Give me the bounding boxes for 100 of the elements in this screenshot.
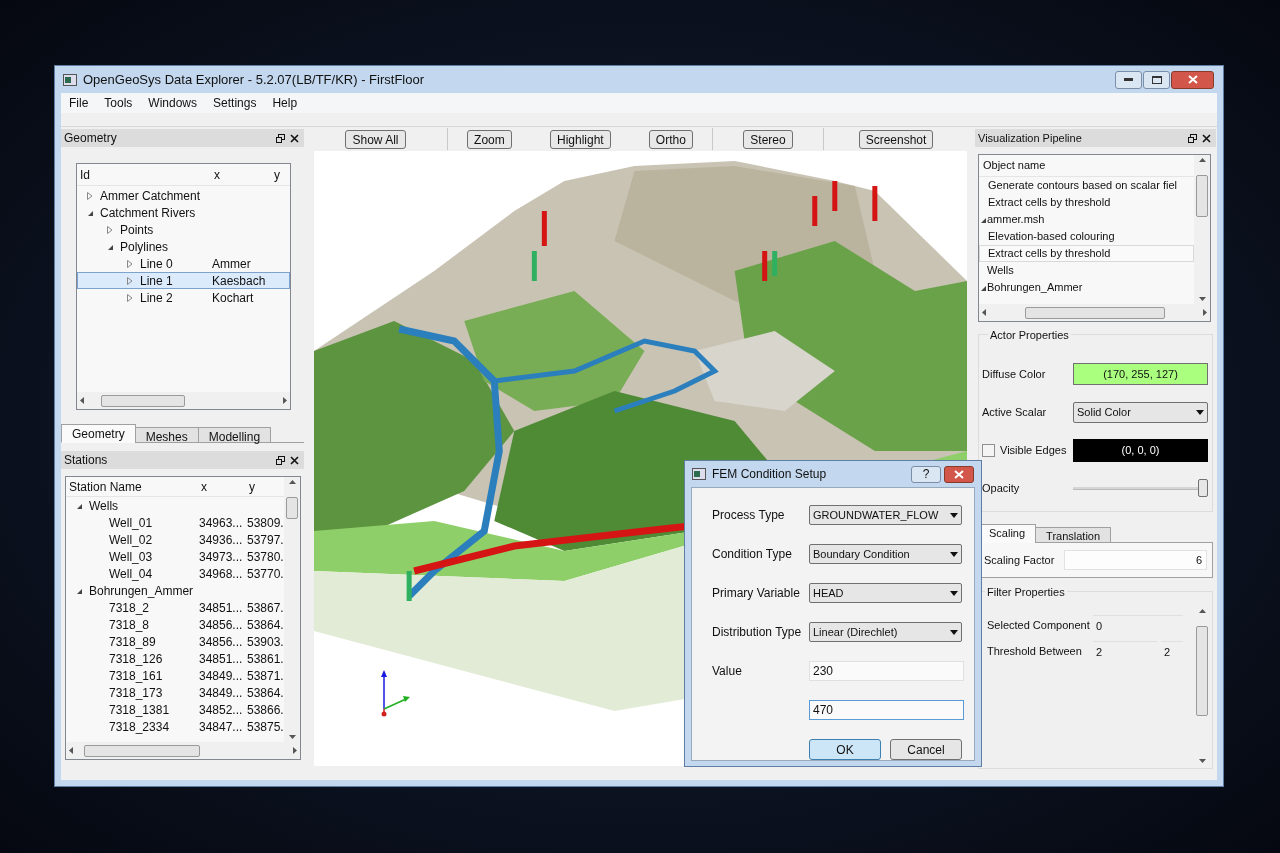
column-header[interactable]: x <box>214 167 220 182</box>
maximize-button[interactable] <box>1143 70 1170 89</box>
tree-item[interactable]: Polylines <box>77 238 290 255</box>
value-field[interactable]: 230 <box>809 661 964 681</box>
scroll-right-icon[interactable] <box>1203 309 1207 316</box>
tree-item[interactable]: Well_02 34936... 53797. <box>66 531 284 548</box>
float-icon[interactable] <box>1188 133 1197 143</box>
horizontal-scrollbar[interactable] <box>979 304 1210 321</box>
scroll-thumb[interactable] <box>84 744 200 757</box>
toolbar-button[interactable]: Highlight <box>549 129 611 149</box>
tab[interactable]: Meshes <box>134 427 199 443</box>
tree-item[interactable]: 7318_89 34856... 53903. <box>66 633 284 650</box>
tree-item[interactable]: Elevation-based colouring <box>979 228 1194 245</box>
help-button[interactable]: ? <box>911 465 941 483</box>
tree-item[interactable]: Extract cells by threshold <box>979 245 1194 262</box>
scroll-right-icon[interactable] <box>293 747 297 754</box>
tree-item[interactable]: 7318_1381 34852... 53866. <box>66 701 284 718</box>
tree-item[interactable]: Well_04 34968... 53770. <box>66 565 284 582</box>
tree-item[interactable]: 7318_173 34849... 53864. <box>66 684 284 701</box>
column-header[interactable]: Object name <box>983 157 1046 174</box>
toolbar-button[interactable]: Screenshot <box>858 129 934 149</box>
scroll-down-icon[interactable] <box>288 735 296 739</box>
dropdown[interactable]: Boundary Condition <box>809 544 962 564</box>
tree-item[interactable]: 7318_8 34856... 53864. <box>66 616 284 633</box>
tree-item[interactable]: Bohrungen_Ammer <box>66 582 284 599</box>
menu-item[interactable]: Help <box>272 94 298 112</box>
menu-item[interactable]: Settings <box>213 94 257 112</box>
toolbar-button[interactable]: Stereo <box>743 129 793 149</box>
float-icon[interactable] <box>276 455 285 465</box>
tree-item[interactable]: ammer.msh <box>979 211 1194 228</box>
tree-item[interactable]: Line 0 Ammer <box>77 255 290 272</box>
toolbar-button[interactable]: Ortho <box>648 129 693 149</box>
scroll-thumb[interactable] <box>286 497 298 519</box>
float-icon[interactable] <box>276 133 285 143</box>
vertical-scrollbar[interactable] <box>1194 606 1210 766</box>
tree-item[interactable]: Bohrungen_Ammer <box>979 279 1194 296</box>
scroll-thumb[interactable] <box>1196 626 1208 716</box>
value-field[interactable]: 2 <box>1093 641 1157 661</box>
toolbar-button[interactable]: Zoom <box>467 129 512 149</box>
dropdown[interactable]: HEAD <box>809 583 962 603</box>
checkbox[interactable] <box>982 443 995 457</box>
vertical-scrollbar[interactable] <box>1194 155 1210 304</box>
scroll-thumb[interactable] <box>101 394 185 407</box>
tree-item[interactable]: 7318_161 34849... 53871. <box>66 667 284 684</box>
close-button[interactable] <box>944 465 974 483</box>
opacity-slider[interactable] <box>1073 478 1208 498</box>
dialog-button[interactable]: Cancel <box>890 739 962 760</box>
close-icon[interactable] <box>1202 133 1211 143</box>
tree-item[interactable]: 7318_126 34851... 53861. <box>66 650 284 667</box>
close-icon[interactable] <box>290 133 299 143</box>
scroll-left-icon[interactable] <box>69 747 73 754</box>
tree-item[interactable]: Well_01 34963... 53809. <box>66 514 284 531</box>
value-field[interactable]: 470 <box>809 700 964 720</box>
tree-item[interactable]: Generate contours based on scalar fiel <box>979 177 1194 194</box>
dropdown[interactable]: Solid Color <box>1073 401 1208 423</box>
scroll-left-icon[interactable] <box>80 397 84 404</box>
toolbar-button[interactable]: Show All <box>345 129 406 149</box>
tree-item[interactable]: Points <box>77 221 290 238</box>
menu-item[interactable]: Tools <box>104 94 133 112</box>
value-field[interactable]: 2 <box>1161 641 1183 661</box>
tab[interactable]: Translation <box>1035 527 1112 543</box>
scroll-up-icon[interactable] <box>1198 609 1206 613</box>
scroll-thumb[interactable] <box>1196 175 1208 217</box>
tree-item[interactable]: 7318_2334 34847... 53875. <box>66 718 284 735</box>
horizontal-scrollbar[interactable] <box>77 392 290 409</box>
dialog-button[interactable]: OK <box>809 739 881 760</box>
tree-item[interactable]: Catchment Rivers <box>77 204 290 221</box>
column-header[interactable]: y <box>249 479 255 494</box>
color-swatch-button[interactable]: (0, 0, 0) <box>1073 438 1208 462</box>
horizontal-scrollbar[interactable] <box>66 742 300 759</box>
value-field[interactable]: 0 <box>1093 615 1183 635</box>
tree-item[interactable]: Wells <box>66 497 284 514</box>
column-header[interactable]: y <box>274 167 280 182</box>
minimize-button[interactable] <box>1115 70 1142 89</box>
column-header[interactable]: Id <box>80 167 90 182</box>
dropdown[interactable]: GROUNDWATER_FLOW <box>809 505 962 525</box>
tab[interactable]: Modelling <box>197 427 272 443</box>
scroll-down-icon[interactable] <box>1198 759 1206 763</box>
column-header[interactable]: Station Name <box>69 479 142 494</box>
menu-item[interactable]: File <box>69 94 89 112</box>
menu-item[interactable]: Windows <box>148 94 198 112</box>
scroll-left-icon[interactable] <box>982 309 986 316</box>
scroll-up-icon[interactable] <box>288 480 296 484</box>
tree-item[interactable]: Extract cells by threshold <box>979 194 1194 211</box>
vertical-scrollbar[interactable] <box>284 477 300 742</box>
scroll-right-icon[interactable] <box>283 397 287 404</box>
tree-item[interactable]: Well_03 34973... 53780. <box>66 548 284 565</box>
close-button[interactable] <box>1171 70 1214 89</box>
tree-item[interactable]: Line 2 Kochart <box>77 289 290 306</box>
close-icon[interactable] <box>290 455 299 465</box>
value-field[interactable]: 6 <box>1064 550 1207 570</box>
scroll-thumb[interactable] <box>1025 306 1165 319</box>
column-header[interactable]: x <box>201 479 207 494</box>
tree-item[interactable]: Line 1 Kaesbach <box>77 272 290 289</box>
tab[interactable]: Geometry <box>61 424 136 443</box>
scroll-down-icon[interactable] <box>1198 297 1206 301</box>
color-swatch-button[interactable]: (170, 255, 127) <box>1073 363 1208 385</box>
slider-thumb[interactable] <box>1198 479 1208 497</box>
tree-item[interactable]: Ammer Catchment <box>77 187 290 204</box>
tree-item[interactable]: 7318_2 34851... 53867. <box>66 599 284 616</box>
